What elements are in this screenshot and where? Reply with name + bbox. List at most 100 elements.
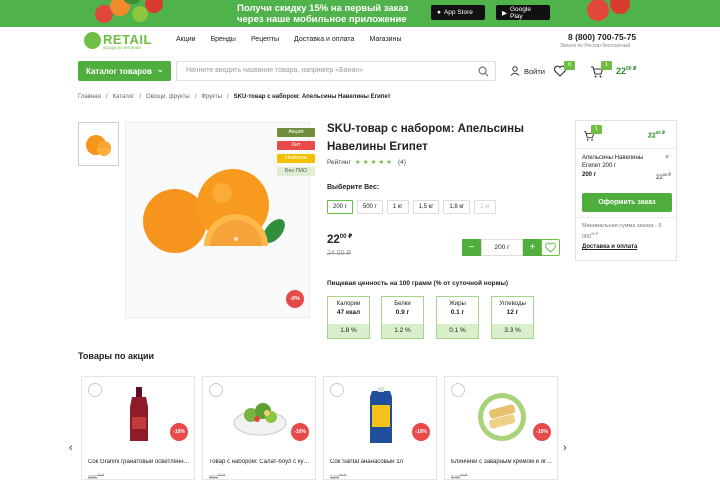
product-card-name[interactable]: Блинчики с заварным кремом и ягодами	[451, 459, 553, 465]
weight-option-1-8kg[interactable]: 1,8 кг	[443, 200, 471, 214]
breadcrumb-home[interactable]: Главная	[78, 94, 101, 100]
juice-carton-image	[370, 387, 392, 443]
product-card[interactable]: -10% Блинчики с заварным кремом и ягодам…	[444, 376, 558, 481]
qty-minus-button[interactable]: −	[462, 239, 481, 256]
checkout-button[interactable]: Оформить заказ	[582, 193, 672, 212]
promo-section-title: Товары по акции	[78, 351, 155, 361]
nutrition-value: 0.1 г	[450, 309, 465, 316]
discount-badge: -10%	[291, 423, 309, 441]
phone-number[interactable]: 8 (800) 700-75-75	[568, 32, 636, 42]
discount-badge: -10%	[170, 423, 188, 441]
nav-item-recipes[interactable]: Рецепты	[251, 36, 279, 43]
min-order-sup: 00 ₽	[591, 232, 599, 236]
header-cart-total-sup: 00 ₽	[626, 66, 637, 72]
heart-icon[interactable]	[209, 383, 223, 397]
nav-item-brands[interactable]: Бренды	[211, 36, 236, 43]
product-card[interactable]: -10% Сок Granini гранатовый осветленный …	[81, 376, 195, 481]
nutrition-value: 12 г	[506, 309, 519, 316]
nav-item-stores[interactable]: Магазины	[369, 36, 401, 43]
main-nav: Акции Бренды Рецепты Доставка и оплата М…	[176, 36, 401, 43]
price-sup: 00 ₽	[339, 234, 353, 240]
nutrition-value: 47 ккал	[336, 309, 361, 316]
old-price: 24 00 ₽	[327, 250, 351, 257]
google-play-icon: ▶	[502, 9, 507, 17]
promo-banner[interactable]: Получи скидку 15% на первый заказ через …	[0, 0, 720, 27]
old-price-sup: 00 ₽	[97, 473, 105, 477]
logo-subtitle: продукты питания	[103, 45, 141, 50]
remove-item-icon[interactable]: ×	[665, 154, 669, 161]
app-store-button[interactable]: ● App Store	[431, 5, 485, 20]
heart-icon[interactable]	[451, 383, 465, 397]
nutrition-percent: 1.8 %	[328, 324, 369, 338]
google-play-button[interactable]: ▶ Google Play	[496, 5, 550, 20]
nutrition-label: Жиры	[449, 301, 466, 307]
header-cart-total[interactable]: 2200 ₽	[616, 66, 636, 76]
heart-icon[interactable]	[330, 383, 344, 397]
nutrition-percent: 3.3 %	[492, 324, 533, 338]
discount-badge: -10%	[412, 423, 430, 441]
cart-item-name[interactable]: Апельсины Навелины Египет 200 г	[582, 154, 654, 170]
cart-item-price-sup: 00 ₽	[662, 172, 671, 177]
product-card[interactable]: -10% Сок Santal ананасовый 1л 12600 ₽	[323, 376, 437, 481]
heart-icon[interactable]	[88, 383, 102, 397]
search-input[interactable]: Начните вводить название товара, наприме…	[176, 61, 496, 81]
tomatoes-illustration	[587, 0, 630, 21]
old-price-sup: 00 ₽	[218, 473, 226, 477]
nutrition-value: 0.9 г	[395, 309, 410, 316]
product-price: 2200 ₽	[327, 233, 352, 246]
search-icon[interactable]	[478, 66, 489, 77]
mini-cart-total-main: 22	[648, 132, 656, 140]
retail-logo[interactable]: RETAIL продукты питания	[84, 32, 156, 52]
qty-plus-button[interactable]: +	[523, 239, 542, 256]
product-card-name[interactable]: Товар с набором: Салат-боул с курицей	[209, 459, 311, 465]
carousel-next-icon[interactable]: ›	[563, 442, 567, 454]
product-title: SKU-товар с набором: Апельсины Навелины …	[327, 123, 524, 153]
vegetables-illustration	[95, 0, 163, 23]
add-to-favorites-button[interactable]	[541, 239, 560, 256]
google-play-label: Google Play	[510, 5, 531, 20]
weight-option-500g[interactable]: 500 г	[356, 200, 383, 214]
banner-line-1: Получи скидку 15% на первый заказ	[237, 3, 409, 14]
weight-options: 200 г 500 г 1 кг 1,5 кг 1,8 кг 2 кг	[327, 200, 497, 214]
product-card[interactable]: -10% Товар с набором: Салат-боул с куриц…	[202, 376, 316, 481]
delivery-link[interactable]: Доставка и оплата	[582, 244, 637, 250]
old-price-sup: 00 ₽	[460, 473, 468, 477]
mini-cart-count-badge: 1	[591, 125, 602, 134]
product-thumbnail[interactable]	[78, 122, 119, 166]
weight-option-1kg[interactable]: 1 кг	[386, 200, 409, 214]
nutrition-card-carbs: Углеводы 12 г 3.3 %	[491, 296, 534, 339]
breadcrumb-vegetables-fruits[interactable]: Овощи, фрукты	[146, 94, 190, 100]
discount-badge: -6%	[286, 290, 304, 308]
nav-item-promo[interactable]: Акции	[176, 36, 196, 43]
product-card-name[interactable]: Сок Santal ананасовый 1л	[330, 459, 432, 465]
orange-thumbnail-image	[86, 135, 111, 156]
breadcrumb-fruits[interactable]: Фрукты	[201, 94, 222, 100]
rating-count[interactable]: (4)	[398, 159, 406, 166]
breadcrumb-separator: /	[194, 94, 197, 100]
nutrition-card-protein: Белки 0.9 г 1.2 %	[381, 296, 424, 339]
divider	[576, 148, 676, 149]
tag-promo: Акция	[277, 128, 315, 137]
breadcrumb-catalog[interactable]: Каталог	[113, 94, 135, 100]
app-store-label: App Store	[443, 9, 473, 16]
qty-input[interactable]: 200 г	[481, 239, 523, 256]
rating-stars-icon[interactable]: ★★★★★	[355, 158, 394, 166]
product-card-name[interactable]: Сок Granini гранатовый осветленный 1л	[88, 459, 190, 465]
apple-icon: ●	[437, 9, 441, 16]
weight-option-1-5kg[interactable]: 1,5 кг	[412, 200, 440, 214]
mini-cart-total-sup: 00 ₽	[655, 130, 666, 135]
quantity-stepper: − 200 г +	[462, 239, 542, 256]
mini-cart-total: 2200 ₽	[648, 130, 665, 139]
catalog-button[interactable]: Каталог товаров ⌄	[78, 61, 171, 81]
user-icon	[510, 66, 520, 76]
weight-option-200g[interactable]: 200 г	[327, 200, 353, 214]
oranges-image	[143, 169, 285, 253]
juice-bottle-image	[130, 387, 148, 441]
nav-item-delivery[interactable]: Доставка и оплата	[294, 36, 354, 43]
banner-line-2: через наше мобильное приложение	[237, 14, 407, 25]
login-button[interactable]: Войти	[510, 66, 545, 76]
carousel-prev-icon[interactable]: ‹	[69, 442, 73, 454]
product-main-image[interactable]	[125, 122, 310, 318]
heart-icon	[545, 242, 556, 253]
search-placeholder: Начните вводить название товара, наприме…	[186, 67, 364, 74]
